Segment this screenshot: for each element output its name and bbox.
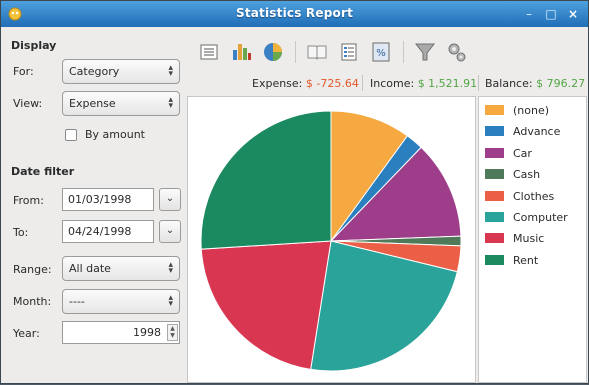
legend-label: Music [513,232,545,246]
year-label: Year: [13,327,40,340]
display-section-title: Display [11,39,57,52]
balance-total: Balance: $ 796.27 [485,77,585,90]
legend-label: Clothes [513,189,555,203]
expense-value: $ -725.64 [305,77,359,90]
statistics-report-window: Statistics Report – □ × Display For: Cat… [0,0,589,384]
updown-arrows-icon: ▴ ▾ [168,95,173,111]
svg-text:%: % [376,48,386,59]
month-select-value: ---- [69,295,85,308]
range-select-value: All date [69,262,111,275]
pie-chart[interactable] [188,97,475,382]
legend-swatch [485,105,504,115]
income-total: Income: $ 1,521.91 [370,77,477,90]
toolbar: % [191,35,587,69]
totals-bar: Expense: $ -725.64 Income: $ 1,521.91 Ba… [187,73,587,95]
for-label: For: [13,65,34,78]
updown-arrows-icon: ▴ ▾ [168,63,173,79]
legend-swatch [485,126,504,137]
pie-slice-rent[interactable] [200,110,332,250]
chevron-down-icon: ⌄ [165,193,175,204]
summary-separator [362,75,363,91]
updown-arrows-icon: ▴ ▾ [168,293,173,309]
month-label: Month: [13,295,52,308]
chart-legend: (none) Advance Car Cash Clothes Computer Music… [478,96,587,383]
bar-chart-icon[interactable] [227,38,255,66]
by-amount-checkbox[interactable] [65,129,77,141]
minimize-icon[interactable]: – [521,6,537,22]
toolbar-separator [403,41,404,63]
chart-area[interactable] [187,96,476,383]
filter-icon[interactable] [411,38,439,66]
expense-total: Expense: $ -725.64 [252,77,359,90]
legend-swatch [485,169,504,180]
book-icon[interactable] [303,38,331,66]
legend-swatch [485,147,504,158]
detail-list-icon[interactable] [335,38,363,66]
income-value: $ 1,521.91 [417,77,478,90]
income-label: Income: [370,77,415,90]
balance-label: Balance: [485,77,533,90]
legend-label: Advance [513,125,561,139]
view-select[interactable]: Expense ▴ ▾ [62,91,180,116]
year-spin-input[interactable]: 1998 [62,321,180,344]
maximize-icon[interactable]: □ [543,6,559,22]
left-panel: Display For: Category ▴ ▾ View: Expense ▴… [7,35,185,380]
legend-label: Cash [513,168,541,182]
balance-value: $ 796.27 [536,77,586,90]
percent-icon[interactable]: % [367,38,395,66]
from-label: From: [13,194,44,207]
expense-label: Expense: [252,77,303,90]
by-amount-label[interactable]: By amount [85,128,145,141]
from-date-input[interactable]: 01/03/1998 [62,188,154,211]
legend-label: Rent [513,253,539,267]
legend-label: (none) [513,104,550,117]
list-view-icon[interactable] [195,38,223,66]
legend-label: Computer [513,211,568,224]
legend-swatch [485,212,504,222]
for-select-value: Category [69,65,120,78]
title-bar[interactable]: Statistics Report – □ × [1,1,588,27]
legend-swatch [485,254,504,265]
chevron-down-icon: ⌄ [165,225,175,236]
for-select[interactable]: Category ▴ ▾ [62,59,180,84]
year-spin-buttons[interactable]: ▲ ▼ [167,324,178,341]
to-date-input[interactable]: 04/24/1998 [62,220,154,243]
close-icon[interactable]: × [565,6,581,22]
legend-label: Car [513,146,532,160]
settings-gears-icon[interactable] [443,38,471,66]
legend-swatch [485,190,504,201]
range-select[interactable]: All date ▴ ▾ [62,256,180,281]
from-date-dropdown-button[interactable]: ⌄ [159,188,181,211]
to-date-dropdown-button[interactable]: ⌄ [159,220,181,243]
to-label: To: [13,226,29,239]
legend-swatch [485,233,504,244]
view-label: View: [13,97,43,110]
view-select-value: Expense [69,97,116,110]
updown-arrows-icon: ▴ ▾ [168,260,173,276]
month-select[interactable]: ---- ▴ ▾ [62,289,180,314]
window-title: Statistics Report [235,6,354,20]
toolbar-separator [295,41,296,63]
range-label: Range: [13,263,52,276]
pie-chart-icon[interactable] [259,38,287,66]
date-filter-section-title: Date filter [11,165,75,178]
pie-slice-music[interactable] [200,240,332,370]
summary-separator [478,75,479,91]
